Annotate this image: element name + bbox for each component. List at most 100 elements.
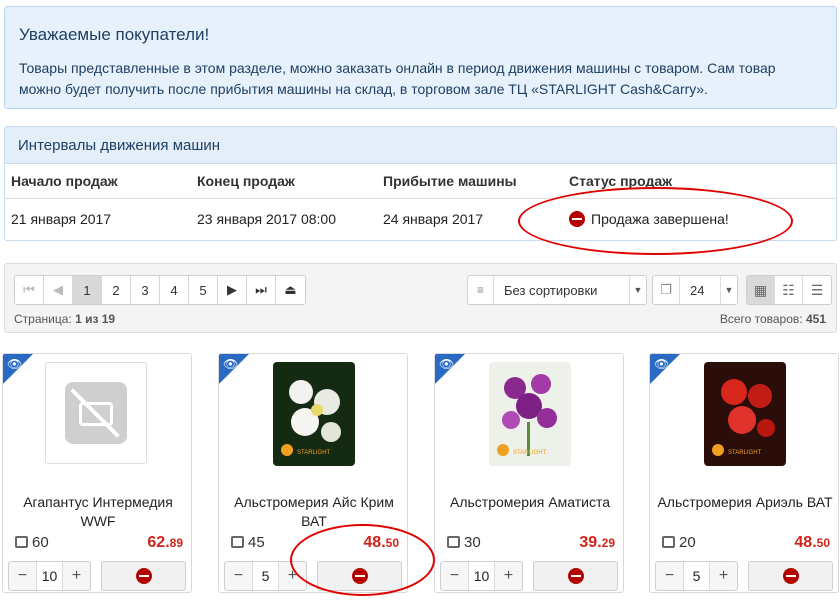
last-page-icon[interactable]: ⏭ — [247, 276, 276, 304]
order-button[interactable] — [748, 561, 833, 591]
product-image[interactable]: STARLIGHT — [489, 362, 571, 466]
product-card[interactable]: 👁 Агапантус Интермедия WWF 60 62.89 − 10… — [2, 353, 192, 593]
quantity-stepper: − 10 + — [440, 561, 523, 591]
page-1-button[interactable]: 1 — [73, 276, 102, 304]
product-card[interactable]: 👁 STARLIGHT Альстромерия Айс Крим ВАТ 45… — [218, 353, 408, 593]
product-price: 48.50 — [794, 534, 830, 552]
price-dec: 50 — [816, 536, 830, 550]
plus-button[interactable]: + — [495, 562, 522, 590]
page-4-button[interactable]: 4 — [160, 276, 189, 304]
page-2-button[interactable]: 2 — [102, 276, 131, 304]
product-card[interactable]: 👁 STARLIGHT Альстромерия Ариэль ВАТ 20 4… — [649, 353, 839, 593]
product-card[interactable]: 👁 STARLIGHT Альстромерия Аматиста 30 39.… — [434, 353, 624, 593]
order-button[interactable] — [101, 561, 186, 591]
next-page-icon[interactable]: ▶ — [218, 276, 247, 304]
eye-icon: 👁 — [7, 357, 23, 371]
first-page-icon[interactable]: ⏮ — [15, 276, 44, 304]
eye-icon: 👁 — [223, 357, 239, 371]
price-dec: 29 — [601, 536, 615, 550]
box-icon — [662, 536, 675, 548]
product-name[interactable]: Альстромерия Аматиста — [439, 493, 621, 512]
order-button[interactable] — [533, 561, 618, 591]
stock-value: 45 — [248, 534, 265, 551]
notice-text: Товары представленные в этом разделе, мо… — [19, 60, 776, 97]
minus-button[interactable]: − — [225, 562, 252, 590]
plus-button[interactable]: + — [279, 562, 306, 590]
plus-button[interactable]: + — [710, 562, 737, 590]
total-value: 451 — [805, 312, 826, 326]
grid-view-icon[interactable]: ▦ — [747, 276, 775, 304]
copy-icon: ❐ — [653, 276, 680, 304]
per-page-select[interactable]: ❐ 24 ▼ — [652, 275, 738, 305]
quantity-input[interactable]: 5 — [252, 562, 279, 590]
col-arrival-header: Прибытие машины — [377, 164, 563, 199]
svg-text:STARLIGHT: STARLIGHT — [297, 450, 331, 456]
total-label: Всего товаров: — [719, 312, 803, 326]
price-int: 62. — [147, 534, 170, 551]
svg-text:STARLIGHT: STARLIGHT — [513, 450, 547, 456]
page-info: Страница: 1 из 19 — [14, 312, 115, 326]
page-info-label: Страница: — [14, 312, 72, 326]
quantity-input[interactable]: 10 — [468, 562, 495, 590]
list-view-icon[interactable]: ☷ — [775, 276, 803, 304]
svg-text:STARLIGHT: STARLIGHT — [728, 450, 762, 456]
stop-icon — [135, 568, 152, 584]
quantity-input[interactable]: 10 — [36, 562, 63, 590]
stock-value: 20 — [679, 534, 696, 551]
price-int: 48. — [794, 534, 817, 551]
product-price: 48.50 — [363, 534, 399, 552]
box-icon — [231, 536, 244, 548]
notice-title: Уважаемые покупатели! — [19, 25, 210, 44]
stock-value: 60 — [32, 534, 49, 551]
quantity-stepper: − 10 + — [8, 561, 91, 591]
col-status-header: Статус продаж — [563, 164, 836, 199]
minus-button[interactable]: − — [9, 562, 36, 590]
stop-icon — [782, 568, 799, 584]
plus-button[interactable]: + — [63, 562, 90, 590]
page-5-button[interactable]: 5 — [189, 276, 218, 304]
view-switcher: ▦ ☷ ☰ — [746, 275, 832, 305]
product-image[interactable]: STARLIGHT — [273, 362, 355, 466]
box-icon — [15, 536, 28, 548]
product-price: 62.89 — [147, 534, 183, 552]
page-3-button[interactable]: 3 — [131, 276, 160, 304]
prev-page-icon[interactable]: ◀ — [44, 276, 73, 304]
chevron-down-icon[interactable]: ▼ — [720, 276, 737, 304]
catalog-toolbar: ⏮ ◀ 1 2 3 4 5 ▶ ⏭ ⏏ Страница: 1 из 19 ≡ … — [4, 263, 837, 333]
col-start-header: Начало продаж — [5, 164, 191, 199]
price-dec: 89 — [169, 536, 183, 550]
product-stock: 60 — [15, 534, 49, 551]
product-stock: 30 — [447, 534, 481, 551]
stop-icon — [569, 211, 585, 228]
table-view-icon[interactable]: ☰ — [803, 276, 831, 304]
sales-start: 21 января 2017 — [11, 211, 112, 228]
no-photo-icon — [45, 362, 147, 464]
price-dec: 50 — [385, 536, 399, 550]
product-name[interactable]: Альстромерия Айс Крим ВАТ — [223, 493, 405, 531]
stock-value: 30 — [464, 534, 481, 551]
stop-icon — [567, 568, 584, 584]
chevron-down-icon[interactable]: ▼ — [629, 276, 646, 304]
eye-icon: 👁 — [439, 357, 455, 371]
total-info: Всего товаров: 451 — [720, 312, 826, 326]
stop-icon — [351, 568, 368, 584]
product-price: 39.29 — [579, 534, 615, 552]
quantity-stepper: − 5 + — [224, 561, 307, 591]
minus-button[interactable]: − — [441, 562, 468, 590]
box-icon — [447, 536, 460, 548]
sort-select[interactable]: ≡ Без сортировки ▼ — [467, 275, 647, 305]
quantity-input[interactable]: 5 — [683, 562, 710, 590]
product-name[interactable]: Альстромерия Ариэль ВАТ — [654, 493, 836, 512]
intervals-panel: Интервалы движения машин Начало продаж К… — [4, 126, 837, 241]
eject-icon[interactable]: ⏏ — [276, 276, 305, 304]
sales-status-text: Продажа завершена! — [591, 211, 729, 228]
order-button[interactable] — [317, 561, 402, 591]
product-name[interactable]: Агапантус Интермедия WWF — [7, 493, 189, 531]
intervals-table: Начало продаж Конец продаж Прибытие маши… — [5, 164, 836, 240]
product-image[interactable]: STARLIGHT — [704, 362, 786, 466]
sort-icon: ≡ — [468, 276, 494, 304]
product-stock: 20 — [662, 534, 696, 551]
price-int: 48. — [363, 534, 386, 551]
product-stock: 45 — [231, 534, 265, 551]
minus-button[interactable]: − — [656, 562, 683, 590]
